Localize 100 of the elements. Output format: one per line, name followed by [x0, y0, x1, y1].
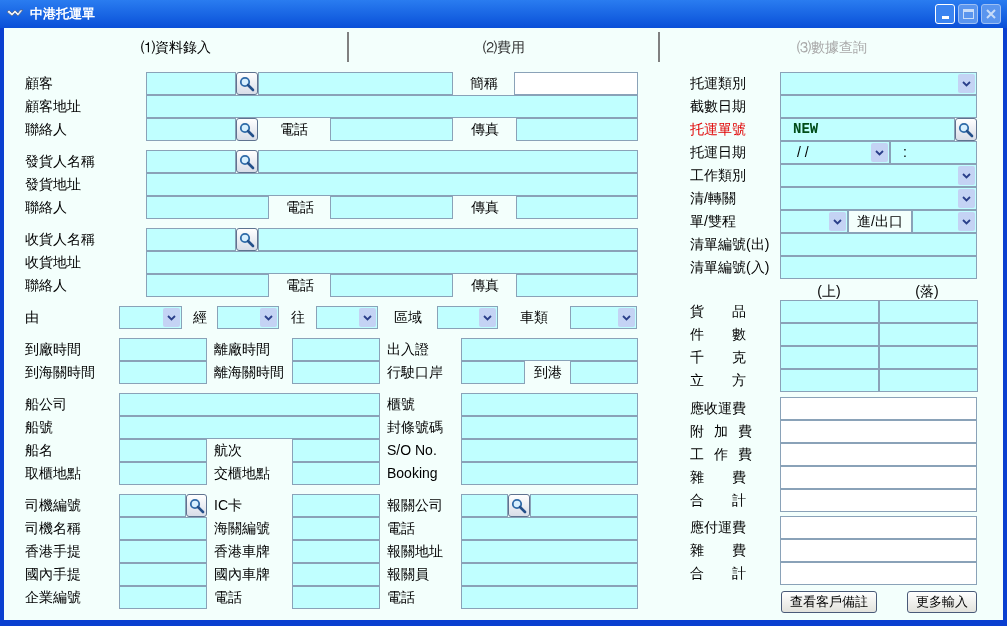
text-field[interactable]: NEW: [780, 118, 955, 141]
text-field[interactable]: [119, 361, 207, 384]
search-button[interactable]: [508, 494, 530, 517]
dropdown[interactable]: [780, 210, 848, 233]
text-field[interactable]: [330, 118, 453, 141]
text-field[interactable]: [146, 72, 236, 95]
text-field[interactable]: [146, 173, 638, 196]
close-button[interactable]: [981, 4, 1001, 24]
text-field[interactable]: [461, 586, 638, 609]
text-field[interactable]: [292, 586, 380, 609]
text-field[interactable]: [879, 323, 978, 346]
text-field[interactable]: [780, 256, 977, 279]
text-field[interactable]: [516, 118, 638, 141]
dropdown[interactable]: [780, 164, 977, 187]
text-field[interactable]: [780, 466, 977, 489]
search-button[interactable]: [236, 118, 258, 141]
text-field[interactable]: [292, 563, 380, 586]
text-field[interactable]: [570, 361, 638, 384]
text-field[interactable]: [146, 251, 638, 274]
text-field[interactable]: [780, 346, 879, 369]
text-field[interactable]: [461, 563, 638, 586]
text-field[interactable]: [780, 443, 977, 466]
text-field[interactable]: [879, 300, 978, 323]
text-field[interactable]: [292, 338, 380, 361]
text-field[interactable]: [461, 338, 638, 361]
text-field[interactable]: :: [890, 141, 977, 164]
text-field[interactable]: [146, 95, 638, 118]
search-button[interactable]: [236, 72, 258, 95]
text-field[interactable]: [514, 72, 638, 95]
dropdown[interactable]: [217, 306, 279, 329]
text-field[interactable]: [146, 228, 236, 251]
search-button[interactable]: [236, 228, 258, 251]
minimize-button[interactable]: [935, 4, 955, 24]
dropdown[interactable]: [780, 72, 977, 95]
text-field[interactable]: [780, 516, 977, 539]
text-field[interactable]: [461, 462, 638, 485]
text-field[interactable]: [780, 489, 977, 512]
search-button[interactable]: [186, 494, 207, 517]
text-field[interactable]: [292, 361, 380, 384]
text-field[interactable]: [292, 540, 380, 563]
text-field[interactable]: [780, 369, 879, 392]
text-field[interactable]: [119, 416, 380, 439]
text-field[interactable]: [530, 494, 638, 517]
text-field[interactable]: [780, 420, 977, 443]
text-field[interactable]: [119, 563, 207, 586]
text-field[interactable]: [119, 517, 207, 540]
text-field[interactable]: [146, 118, 236, 141]
dropdown[interactable]: / /: [780, 141, 890, 164]
tab[interactable]: ⑴資料錄入: [4, 32, 347, 62]
text-field[interactable]: [780, 397, 977, 420]
search-icon: [239, 75, 255, 92]
text-field[interactable]: [780, 562, 977, 585]
text-field[interactable]: [780, 233, 977, 256]
dropdown[interactable]: [780, 187, 977, 210]
text-field[interactable]: [461, 416, 638, 439]
text-field[interactable]: [146, 274, 269, 297]
text-field[interactable]: [780, 323, 879, 346]
text-field[interactable]: [292, 462, 380, 485]
text-field[interactable]: [461, 540, 638, 563]
text-field[interactable]: [119, 540, 207, 563]
text-field[interactable]: [461, 361, 525, 384]
text-field[interactable]: [330, 196, 453, 219]
text-field[interactable]: [258, 72, 453, 95]
text-field[interactable]: [516, 196, 638, 219]
text-field[interactable]: [879, 369, 978, 392]
action-button[interactable]: 更多輸入: [907, 591, 977, 613]
text-field[interactable]: [258, 228, 638, 251]
text-field[interactable]: [119, 393, 380, 416]
text-field[interactable]: [119, 338, 207, 361]
text-field[interactable]: [330, 274, 453, 297]
text-field[interactable]: [461, 517, 638, 540]
text-field[interactable]: [780, 95, 977, 118]
text-field[interactable]: [119, 439, 207, 462]
text-field[interactable]: [461, 494, 508, 517]
text-field[interactable]: [292, 494, 380, 517]
text-field[interactable]: [879, 346, 978, 369]
dropdown[interactable]: [570, 306, 637, 329]
text-field[interactable]: [146, 196, 269, 219]
dropdown[interactable]: [316, 306, 378, 329]
dropdown[interactable]: [119, 306, 182, 329]
dropdown[interactable]: [437, 306, 498, 329]
action-button[interactable]: 查看客戶備註: [781, 591, 877, 613]
text-field[interactable]: [780, 539, 977, 562]
text-field[interactable]: [146, 150, 236, 173]
text-field[interactable]: [292, 439, 380, 462]
text-field[interactable]: [780, 300, 879, 323]
text-field[interactable]: [119, 462, 207, 485]
maximize-button[interactable]: [958, 4, 978, 24]
search-button[interactable]: [955, 118, 977, 141]
text-field[interactable]: [258, 150, 638, 173]
dropdown[interactable]: [912, 210, 977, 233]
field-label: 船號: [25, 418, 54, 437]
text-field[interactable]: [292, 517, 380, 540]
tab[interactable]: ⑵費用: [349, 32, 658, 62]
text-field[interactable]: [119, 494, 186, 517]
text-field[interactable]: [461, 393, 638, 416]
text-field[interactable]: [516, 274, 638, 297]
text-field[interactable]: [119, 586, 207, 609]
search-button[interactable]: [236, 150, 258, 173]
text-field[interactable]: [461, 439, 638, 462]
